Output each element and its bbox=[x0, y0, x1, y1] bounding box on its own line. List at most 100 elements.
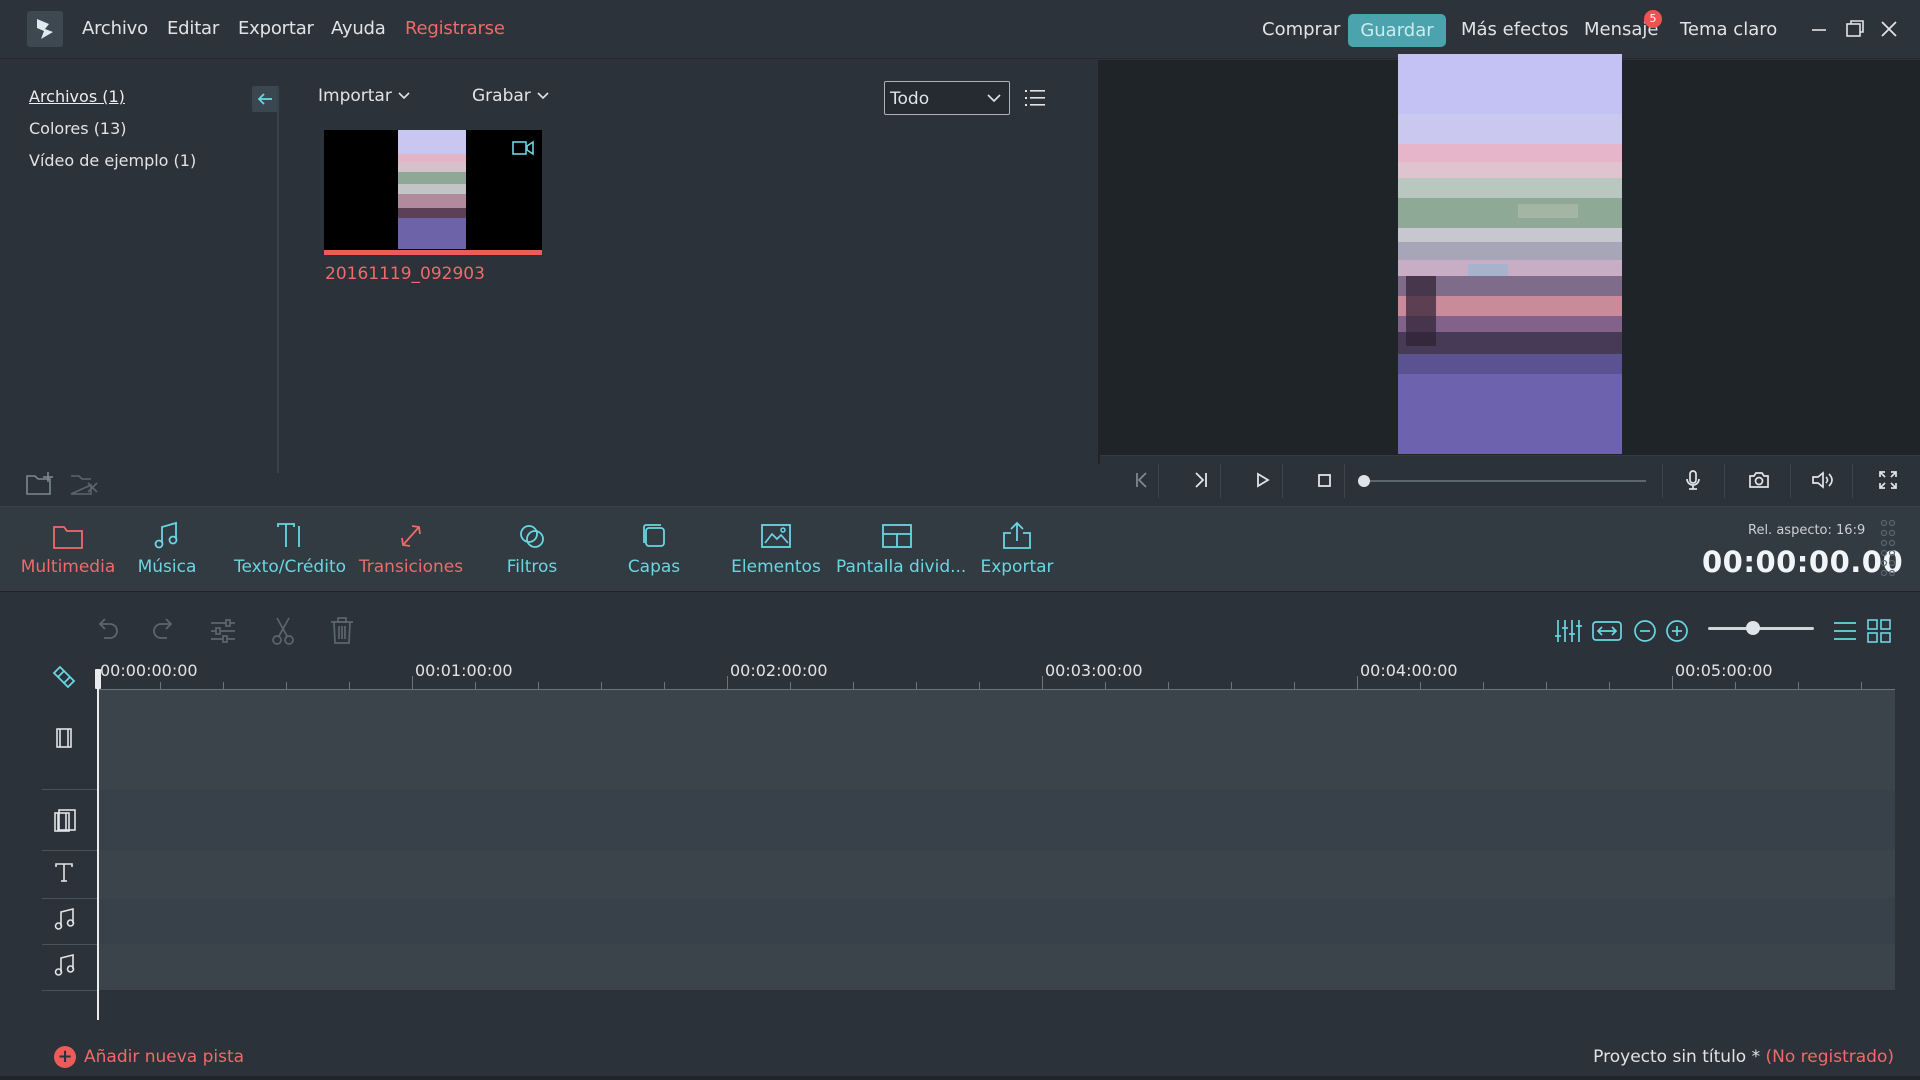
tab-label: Capas bbox=[627, 557, 681, 577]
more-effects-link[interactable]: Más efectos bbox=[1461, 19, 1569, 40]
stop-icon bbox=[1318, 474, 1331, 487]
app-window: Archivo Editar Exportar Ayuda Registrars… bbox=[0, 0, 1920, 1080]
tab-musica[interactable]: Música bbox=[127, 521, 207, 577]
chevron-down-icon bbox=[398, 92, 410, 100]
tab-label: Multimedia bbox=[20, 557, 116, 577]
music-track-1[interactable] bbox=[97, 898, 1895, 944]
import-dropdown[interactable]: Importar bbox=[318, 86, 410, 106]
library-item-video-ejemplo[interactable]: Vídeo de ejemplo (1) bbox=[29, 151, 196, 170]
tab-elementos[interactable]: Elementos bbox=[730, 521, 822, 577]
tab-exportar[interactable]: Exportar bbox=[977, 521, 1057, 577]
light-theme-link[interactable]: Tema claro bbox=[1680, 19, 1777, 40]
add-track-button[interactable]: + Añadir nueva pista bbox=[54, 1046, 244, 1068]
text-track[interactable] bbox=[97, 850, 1895, 898]
trash-icon bbox=[331, 617, 353, 644]
skip-back-button[interactable] bbox=[1130, 468, 1154, 492]
volume-button[interactable] bbox=[1810, 468, 1834, 492]
adjust-button[interactable] bbox=[208, 616, 238, 646]
tab-label: Texto/Crédito bbox=[233, 557, 347, 577]
redo-button[interactable] bbox=[149, 616, 179, 646]
collapse-sidebar-button[interactable] bbox=[252, 86, 278, 112]
record-voiceover-button[interactable] bbox=[1681, 468, 1705, 492]
app-logo-icon bbox=[37, 19, 53, 39]
delete-button[interactable] bbox=[327, 616, 357, 646]
video-camera-icon bbox=[512, 140, 534, 156]
music-track-2[interactable] bbox=[97, 944, 1895, 990]
ruler-label: 00:04:00:00 bbox=[1360, 661, 1458, 680]
zoom-slider-handle[interactable] bbox=[1745, 621, 1760, 635]
list-view-icon bbox=[1025, 90, 1045, 106]
menu-registrarse[interactable]: Registrarse bbox=[405, 18, 505, 39]
export-icon bbox=[1003, 521, 1031, 549]
menu-editar[interactable]: Editar bbox=[167, 18, 219, 39]
transition-icon bbox=[401, 525, 421, 547]
player-separator bbox=[1282, 464, 1283, 498]
microphone-icon bbox=[1686, 470, 1700, 490]
player-separator bbox=[1724, 464, 1725, 498]
tab-capas[interactable]: Capas bbox=[614, 521, 694, 577]
back-arrow-icon bbox=[257, 93, 272, 105]
timeline-ruler[interactable]: 00:00:00:00 00:01:00:00 00:02:00:00 00:0… bbox=[97, 652, 1895, 690]
delete-folder-button[interactable] bbox=[69, 471, 99, 497]
fit-to-timeline-button[interactable] bbox=[1592, 616, 1622, 646]
record-dropdown[interactable]: Grabar bbox=[472, 86, 549, 106]
window-bottom-edge bbox=[0, 1076, 1920, 1080]
drag-handle-icon[interactable] bbox=[1880, 519, 1896, 577]
ruler-tick bbox=[1672, 676, 1673, 690]
play-button[interactable] bbox=[1250, 468, 1274, 492]
close-button[interactable] bbox=[1878, 18, 1900, 40]
playhead-handle[interactable] bbox=[95, 669, 101, 689]
track-header-divider bbox=[42, 990, 97, 991]
menu-ayuda[interactable]: Ayuda bbox=[331, 18, 386, 39]
tab-label: Transiciones bbox=[358, 557, 464, 577]
undo-button[interactable] bbox=[92, 616, 122, 646]
snap-icon[interactable] bbox=[50, 663, 78, 691]
step-forward-button[interactable] bbox=[1189, 468, 1213, 492]
menu-exportar[interactable]: Exportar bbox=[238, 18, 314, 39]
track-grid-view-button[interactable] bbox=[1864, 616, 1894, 646]
menu-archivo[interactable]: Archivo bbox=[82, 18, 148, 39]
audio-mixer-button[interactable] bbox=[1553, 616, 1583, 646]
maximize-button[interactable] bbox=[1844, 18, 1866, 40]
undo-icon bbox=[98, 618, 118, 639]
stop-button[interactable] bbox=[1312, 468, 1336, 492]
minimize-button[interactable] bbox=[1808, 18, 1830, 40]
tab-filtros[interactable]: Filtros bbox=[492, 521, 572, 577]
chevron-down-icon bbox=[537, 92, 549, 100]
grid-icon bbox=[1867, 619, 1891, 643]
tab-pantalla-dividida[interactable]: Pantalla divid... bbox=[836, 521, 966, 577]
track-header-divider bbox=[42, 898, 97, 899]
buy-link[interactable]: Comprar bbox=[1262, 19, 1340, 40]
add-folder-button[interactable] bbox=[25, 471, 53, 497]
clip-name[interactable]: 20161119_092903 bbox=[325, 264, 485, 284]
save-button[interactable]: Guardar bbox=[1348, 14, 1446, 47]
tab-texto-credito[interactable]: Texto/Crédito bbox=[230, 521, 350, 577]
clip-used-indicator bbox=[324, 250, 542, 255]
zoom-out-button[interactable] bbox=[1630, 616, 1660, 646]
zoom-slider[interactable] bbox=[1708, 627, 1814, 630]
library-item-archivos[interactable]: Archivos (1) bbox=[29, 87, 125, 106]
playhead[interactable] bbox=[97, 672, 99, 1020]
media-clip-thumbnail[interactable] bbox=[324, 130, 542, 255]
ruler-tick bbox=[1357, 676, 1358, 690]
pip-track[interactable] bbox=[97, 790, 1895, 850]
import-label: Importar bbox=[318, 86, 392, 106]
add-track-label: Añadir nueva pista bbox=[84, 1047, 245, 1067]
track-list-view-button[interactable] bbox=[1830, 616, 1860, 646]
video-track[interactable] bbox=[97, 690, 1895, 790]
library-item-colores[interactable]: Colores (13) bbox=[29, 119, 127, 138]
fullscreen-button[interactable] bbox=[1876, 468, 1900, 492]
cut-icon bbox=[272, 617, 294, 645]
list-view-button[interactable] bbox=[1024, 87, 1046, 109]
seek-handle[interactable] bbox=[1358, 475, 1370, 487]
tab-multimedia[interactable]: Multimedia bbox=[18, 521, 118, 577]
seek-bar[interactable] bbox=[1362, 480, 1646, 482]
ruler-tick bbox=[727, 676, 728, 690]
tab-transiciones[interactable]: Transiciones bbox=[356, 521, 466, 577]
split-screen-icon bbox=[882, 524, 912, 548]
zoom-in-button[interactable] bbox=[1662, 616, 1692, 646]
cut-button[interactable] bbox=[268, 616, 298, 646]
snapshot-button[interactable] bbox=[1747, 468, 1771, 492]
media-filter-select[interactable]: Todo bbox=[884, 81, 1010, 115]
clip-thumbnail-image bbox=[398, 130, 466, 249]
